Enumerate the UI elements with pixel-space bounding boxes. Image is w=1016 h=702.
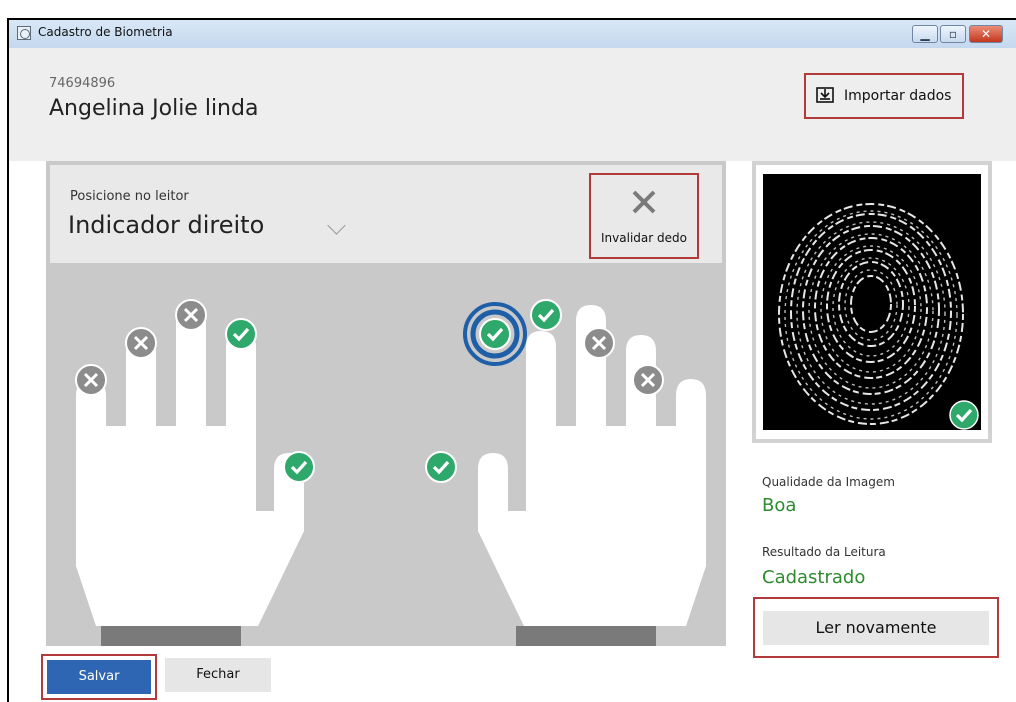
chevron-down-icon bbox=[327, 216, 346, 235]
finger-right-anelar[interactable] bbox=[583, 327, 615, 359]
quality-value: Boa bbox=[762, 495, 797, 516]
quality-label: Qualidade da Imagem bbox=[762, 475, 895, 489]
import-data-button[interactable]: Importar dados bbox=[804, 73, 964, 119]
user-id: 74694896 bbox=[49, 76, 116, 91]
position-label: Posicione no leitor bbox=[70, 189, 189, 204]
hands-diagram bbox=[75, 299, 706, 646]
left-hand bbox=[76, 305, 304, 626]
finger-right-medio[interactable] bbox=[530, 299, 562, 331]
finger-selection-panel: Posicione no leitor Indicador direito In… bbox=[46, 161, 726, 646]
import-data-label: Importar dados bbox=[844, 88, 952, 104]
record-header: 74694896 Angelina Jolie linda Importar d… bbox=[9, 48, 1016, 161]
finger-right-indicador[interactable] bbox=[463, 302, 527, 366]
finger-panel-header: Posicione no leitor Indicador direito In… bbox=[50, 165, 722, 263]
finger-left-anelar[interactable] bbox=[125, 327, 157, 359]
user-name: Angelina Jolie linda bbox=[49, 96, 259, 121]
selected-finger: Indicador direito bbox=[68, 211, 265, 239]
title-bar: Cadastro de Biometria ▁ ▫ ✕ bbox=[9, 20, 1016, 49]
right-wrist-band bbox=[516, 626, 656, 646]
reread-button[interactable]: Ler novamente bbox=[763, 611, 989, 645]
close-button[interactable]: Fechar bbox=[165, 658, 271, 692]
finger-left-indicador[interactable] bbox=[225, 318, 257, 350]
minimize-button[interactable]: ▁ bbox=[912, 25, 938, 43]
window-title: Cadastro de Biometria bbox=[38, 25, 173, 39]
fingerprint-image bbox=[763, 174, 981, 430]
save-button[interactable]: Salvar bbox=[47, 660, 151, 694]
maximize-button[interactable]: ▫ bbox=[940, 25, 966, 43]
app-icon bbox=[17, 26, 31, 40]
close-window-button[interactable]: ✕ bbox=[969, 25, 1003, 43]
check-icon bbox=[949, 400, 979, 430]
result-label: Resultado da Leitura bbox=[762, 545, 886, 559]
finger-left-minimo[interactable] bbox=[75, 364, 107, 396]
main-window: Cadastro de Biometria ▁ ▫ ✕ 74694896 Ang… bbox=[7, 18, 1016, 702]
save-button-frame: Salvar bbox=[41, 654, 157, 700]
close-x-icon bbox=[632, 190, 656, 214]
finger-dropdown[interactable]: Indicador direito bbox=[68, 211, 368, 245]
result-value: Cadastrado bbox=[762, 567, 866, 588]
finger-right-polegar[interactable] bbox=[425, 451, 457, 483]
fingerprint-preview bbox=[752, 161, 992, 443]
import-tray-icon bbox=[816, 87, 834, 103]
finger-left-medio[interactable] bbox=[175, 299, 207, 331]
invalidate-finger-button[interactable]: Invalidar dedo bbox=[589, 173, 699, 259]
finger-right-minimo[interactable] bbox=[632, 364, 664, 396]
invalidate-finger-label: Invalidar dedo bbox=[601, 231, 687, 245]
left-wrist-band bbox=[101, 626, 241, 646]
finger-left-polegar[interactable] bbox=[283, 451, 315, 483]
reread-button-frame: Ler novamente bbox=[753, 597, 999, 658]
